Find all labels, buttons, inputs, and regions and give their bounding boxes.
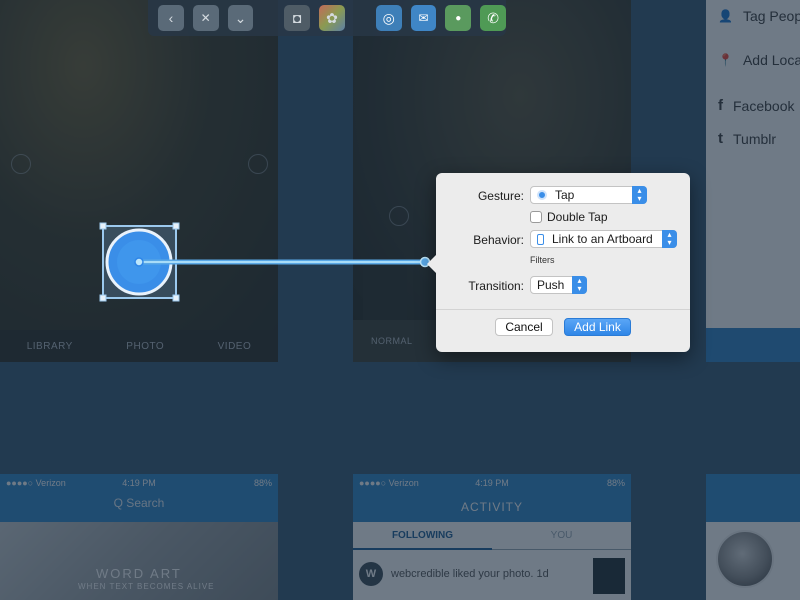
profile-picture bbox=[716, 530, 774, 588]
flash-icon bbox=[11, 154, 31, 174]
phone-icon[interactable]: ✆ bbox=[480, 5, 506, 31]
facebook-icon: f bbox=[718, 97, 723, 114]
artboard-profile[interactable] bbox=[706, 474, 800, 600]
page-title: ACTIVITY bbox=[460, 500, 523, 514]
stepper-arrows-icon: ▴ ▾ bbox=[662, 230, 677, 248]
gesture-value: Tap bbox=[555, 188, 575, 202]
share-row-tumblr[interactable]: t Tumblr bbox=[718, 130, 776, 147]
status-bar: ●●●●○ Verizon 4:19 PM 88% bbox=[0, 474, 278, 492]
stepper-arrows-icon: ▴ ▾ bbox=[632, 186, 647, 204]
artboard-camera[interactable]: LIBRARY PHOTO VIDEO bbox=[0, 0, 278, 362]
search-input[interactable]: Q Search bbox=[0, 496, 278, 510]
flip-camera-icon bbox=[248, 154, 268, 174]
target-artboard-name: Filters bbox=[530, 255, 555, 265]
clock-label: 4:19 PM bbox=[475, 478, 509, 488]
hero-title: WORD ART bbox=[96, 566, 182, 581]
activity-photo-thumbnail[interactable] bbox=[593, 558, 625, 594]
share-row-label: Add Location bbox=[742, 52, 800, 68]
share-action-bar[interactable] bbox=[706, 328, 800, 362]
hero-subtitle: WHEN TEXT BECOMES ALIVE bbox=[78, 582, 215, 591]
tab-photo[interactable]: PHOTO bbox=[126, 341, 164, 352]
gesture-select[interactable]: Tap ▴ ▾ bbox=[530, 186, 647, 204]
activity-header: ●●●●○ Verizon 4:19 PM 88% ACTIVITY bbox=[353, 474, 631, 522]
close-icon[interactable]: ✕ bbox=[192, 5, 219, 31]
battery-label: 88% bbox=[253, 478, 272, 488]
gesture-label: Gesture: bbox=[477, 189, 524, 203]
tab-following[interactable]: FOLLOWING bbox=[353, 522, 492, 550]
double-tap-option[interactable]: Double Tap bbox=[530, 210, 608, 224]
prototyping-canvas: LIBRARY PHOTO VIDEO NORMAL 👤 Tag People … bbox=[0, 0, 800, 600]
messages-icon[interactable]: ● bbox=[445, 5, 472, 31]
artboard-activity[interactable]: ●●●●○ Verizon 4:19 PM 88% ACTIVITY FOLLO… bbox=[353, 474, 631, 600]
popover-arrow bbox=[427, 255, 436, 273]
camera-mode-tabs: LIBRARY PHOTO VIDEO bbox=[0, 330, 278, 362]
transition-select[interactable]: Push ▴ ▾ bbox=[530, 276, 587, 294]
activity-segment-control: FOLLOWING YOU bbox=[353, 522, 631, 550]
behavior-select[interactable]: Link to an Artboard ▴ ▾ bbox=[530, 230, 677, 248]
adjust-icon bbox=[389, 206, 409, 226]
filter-thumbnails bbox=[363, 262, 407, 320]
app-dock-toolbar: ‹ ✕ ⌄ ◘ ✿ ◎ ✉ ● ✆ bbox=[148, 0, 506, 36]
share-row-label: Facebook bbox=[733, 97, 795, 114]
cancel-button[interactable]: Cancel bbox=[495, 318, 553, 336]
double-tap-checkbox[interactable] bbox=[530, 211, 542, 223]
list-item[interactable]: W webcredible liked your photo. 1d bbox=[359, 562, 549, 586]
camera-viewfinder-image bbox=[0, 0, 278, 330]
camera-icon[interactable]: ◘ bbox=[284, 5, 311, 31]
status-bar: ●●●●○ Verizon 4:19 PM 88% bbox=[353, 474, 631, 492]
share-row-label: Tag People bbox=[742, 8, 800, 24]
add-link-button[interactable]: Add Link bbox=[564, 318, 631, 336]
transition-label: Transition: bbox=[468, 279, 524, 293]
stepper-arrows-icon: ▴ ▾ bbox=[572, 276, 587, 294]
tap-gesture-icon bbox=[537, 190, 547, 200]
artboard-search[interactable]: ●●●●○ Verizon 4:19 PM 88% Q Search WORD … bbox=[0, 474, 278, 600]
popover-divider bbox=[436, 309, 690, 310]
behavior-value: Link to an Artboard bbox=[552, 232, 653, 246]
filter-thumbnail[interactable] bbox=[363, 262, 407, 320]
clock-label: 4:19 PM bbox=[122, 478, 156, 488]
tumblr-icon: t bbox=[718, 130, 723, 147]
avatar: W bbox=[359, 562, 383, 586]
share-row-label: Tumblr bbox=[733, 130, 777, 147]
double-tap-label: Double Tap bbox=[547, 210, 608, 224]
photos-icon[interactable]: ✿ bbox=[319, 5, 345, 31]
mail-icon[interactable]: ✉ bbox=[410, 5, 437, 31]
artboard-device-icon bbox=[537, 233, 544, 245]
artboard-share[interactable]: 👤 Tag People 📍 Add Location f Facebook t… bbox=[706, 0, 800, 362]
transition-value: Push bbox=[537, 278, 565, 292]
share-row-add-location[interactable]: 📍 Add Location bbox=[718, 52, 800, 68]
location-pin-icon: 📍 bbox=[718, 53, 733, 67]
behavior-label: Behavior: bbox=[473, 233, 524, 247]
tab-library[interactable]: LIBRARY bbox=[27, 341, 73, 352]
share-row-tag-people[interactable]: 👤 Tag People bbox=[718, 8, 800, 24]
battery-label: 88% bbox=[606, 478, 625, 488]
safari-icon[interactable]: ◎ bbox=[375, 5, 402, 31]
tab-you[interactable]: YOU bbox=[492, 522, 631, 550]
activity-text: webcredible liked your photo. 1d bbox=[391, 568, 549, 580]
back-icon[interactable]: ‹ bbox=[158, 5, 184, 31]
person-tag-icon: 👤 bbox=[718, 9, 733, 23]
tab-video[interactable]: VIDEO bbox=[218, 341, 252, 352]
share-row-facebook[interactable]: f Facebook bbox=[718, 97, 794, 114]
filter-label-normal: NORMAL bbox=[371, 336, 413, 346]
carrier-label: ●●●●○ Verizon bbox=[359, 478, 419, 488]
chevron-down-icon[interactable]: ⌄ bbox=[227, 5, 254, 31]
profile-header bbox=[706, 474, 800, 522]
add-link-popover: Gesture: Tap ▴ ▾ Double Tap Behavior: Lin… bbox=[427, 173, 690, 352]
carrier-label: ●●●●○ Verizon bbox=[6, 478, 66, 488]
